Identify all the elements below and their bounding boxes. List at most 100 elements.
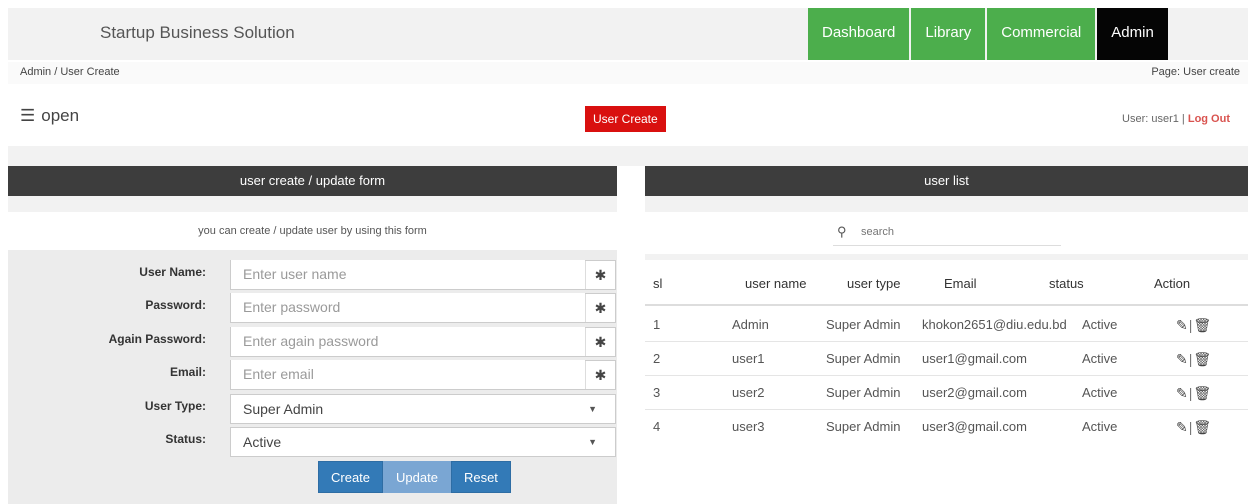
trash-icon[interactable]: 🗑: [1193, 317, 1211, 333]
form-panel-gap: [8, 196, 617, 212]
row-sl: 2: [653, 351, 661, 366]
table-row: 3 user2 Super Admin user2@gmail.com Acti…: [645, 376, 1248, 410]
email-label: Email:: [169, 365, 206, 379]
trash-icon[interactable]: 🗑: [1193, 385, 1211, 401]
row-sl: 1: [653, 317, 661, 332]
user-create-button[interactable]: User Create: [585, 106, 666, 132]
form-description: you can create / update user by using th…: [8, 212, 617, 250]
user-table: sl user name user type Email status Acti…: [645, 260, 1248, 504]
edit-icon[interactable]: ✎: [1176, 385, 1188, 401]
row-user-type: Super Admin: [826, 351, 901, 366]
update-button[interactable]: Update: [383, 461, 451, 493]
row-sl: 4: [653, 419, 661, 434]
email-input[interactable]: [231, 360, 585, 388]
nav-library[interactable]: Library: [911, 8, 986, 60]
search-field: ⚲: [833, 224, 1061, 246]
edit-icon[interactable]: ✎: [1176, 419, 1188, 435]
password-field-wrap: ✱: [230, 293, 616, 323]
create-button[interactable]: Create: [318, 461, 384, 493]
action-separator: |: [1188, 317, 1193, 333]
column-user-name: user name: [745, 276, 807, 291]
status-label: Status:: [165, 432, 206, 446]
nav-commercial[interactable]: Commercial: [987, 8, 1096, 60]
search-input[interactable]: [861, 226, 1051, 238]
row-user-type: Super Admin: [826, 419, 901, 434]
row-email: khokon2651@diu.edu.bd: [922, 317, 1067, 332]
username-label: User Name:: [139, 265, 206, 279]
row-actions: ✎|🗑: [1176, 385, 1211, 402]
action-separator: |: [1188, 351, 1193, 367]
brand-title[interactable]: Startup Business Solution: [100, 23, 295, 43]
column-email: Email: [944, 276, 977, 291]
hamburger-icon: ☰: [20, 106, 36, 125]
again-password-label: Again Password:: [108, 332, 206, 346]
current-user-label: User: user1 |: [1122, 113, 1188, 125]
column-action: Action: [1154, 276, 1191, 291]
again-password-input[interactable]: [231, 327, 585, 355]
row-user-name: user1: [732, 351, 765, 366]
search-box: ⚲: [645, 212, 1248, 254]
caret-down-icon: ▼: [588, 404, 597, 414]
row-user-name: Admin: [732, 317, 769, 332]
top-navbar: Startup Business Solution Dashboard Libr…: [8, 8, 1248, 60]
row-user-name: user3: [732, 419, 765, 434]
breadcrumb: Admin / User Create: [20, 66, 120, 78]
user-type-value: Super Admin: [243, 401, 324, 417]
caret-down-icon: ▼: [588, 437, 597, 447]
search-icon: ⚲: [837, 224, 847, 239]
column-user-type: user type: [847, 276, 901, 291]
row-email: user2@gmail.com: [922, 385, 1027, 400]
form-row-email: Email: ✱: [8, 360, 617, 390]
logout-link[interactable]: Log Out: [1188, 113, 1230, 125]
form-row-again-password: Again Password: ✱: [8, 327, 617, 357]
row-user-type: Super Admin: [826, 385, 901, 400]
user-info: User: user1 | Log Out: [1122, 113, 1230, 125]
column-status: status: [1049, 276, 1084, 291]
required-icon: ✱: [585, 294, 615, 322]
row-email: user3@gmail.com: [922, 419, 1027, 434]
again-password-field-wrap: ✱: [230, 327, 616, 357]
nav-admin[interactable]: Admin: [1097, 8, 1168, 60]
list-panel-gap: [645, 196, 1248, 212]
username-field-wrap: ✱: [230, 260, 616, 290]
row-status: Active: [1082, 317, 1118, 332]
user-type-label: User Type:: [144, 399, 206, 413]
list-panel-title: user list: [645, 166, 1248, 196]
table-row: 4 user3 Super Admin user3@gmail.com Acti…: [645, 410, 1248, 444]
required-icon: ✱: [585, 261, 615, 289]
column-sl: sl: [653, 276, 663, 291]
username-input[interactable]: [231, 260, 585, 288]
breadcrumb-bar: Admin / User Create Page: User create: [8, 62, 1248, 84]
row-user-name: user2: [732, 385, 765, 400]
status-value: Active: [243, 434, 282, 450]
action-separator: |: [1188, 385, 1193, 401]
status-select[interactable]: Active ▼: [230, 427, 616, 457]
row-status: Active: [1082, 351, 1118, 366]
row-user-type: Super Admin: [826, 317, 901, 332]
table-row: 2 user1 Super Admin user1@gmail.com Acti…: [645, 342, 1248, 376]
row-status: Active: [1082, 385, 1118, 400]
row-actions: ✎|🗑: [1176, 317, 1211, 334]
menu-toggle-label: open: [41, 106, 80, 125]
edit-icon[interactable]: ✎: [1176, 351, 1188, 367]
trash-icon[interactable]: 🗑: [1193, 419, 1211, 435]
edit-icon[interactable]: ✎: [1176, 317, 1188, 333]
row-status: Active: [1082, 419, 1118, 434]
row-actions: ✎|🗑: [1176, 419, 1211, 436]
row-email: user1@gmail.com: [922, 351, 1027, 366]
user-type-select[interactable]: Super Admin ▼: [230, 394, 616, 424]
nav-dashboard[interactable]: Dashboard: [808, 8, 910, 60]
page-label: Page: User create: [1151, 66, 1240, 78]
email-field-wrap: ✱: [230, 360, 616, 390]
password-input[interactable]: [231, 293, 585, 321]
user-form: User Name: ✱ Password: ✱ Again Password:…: [8, 250, 617, 504]
section-divider: [8, 146, 1248, 166]
row-sl: 3: [653, 385, 661, 400]
reset-button[interactable]: Reset: [450, 461, 511, 493]
form-panel-title: user create / update form: [8, 166, 617, 196]
row-actions: ✎|🗑: [1176, 351, 1211, 368]
menu-toggle[interactable]: ☰ open: [20, 106, 79, 126]
form-row-status: Status: Active ▼: [8, 427, 617, 457]
trash-icon[interactable]: 🗑: [1193, 351, 1211, 367]
required-icon: ✱: [585, 361, 615, 389]
